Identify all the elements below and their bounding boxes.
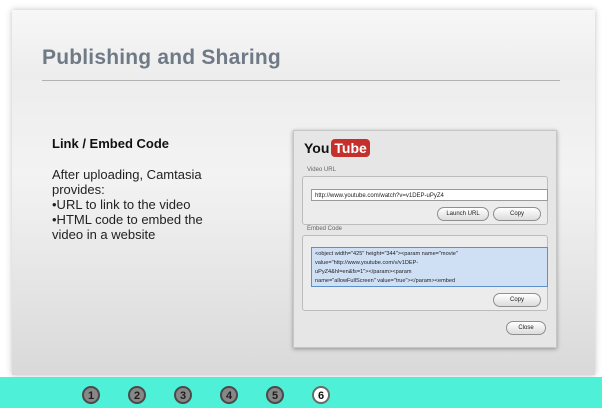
embed-code-line: <object width="425" height="344"><param … [315,251,458,257]
embed-code-line: name="allowFullScreen" value="true"></pa… [315,278,456,284]
body-text-line: provides: [52,182,105,197]
copy-embed-button[interactable]: Copy [493,293,541,307]
embed-code-line: uPyZ4&hl=en&fs=1"></param><param [315,269,412,275]
title-divider [42,80,560,81]
section-heading: Link / Embed Code [52,136,170,151]
nav-button-2[interactable]: 2 [128,386,146,404]
embed-code-label: Embed Code [307,226,343,232]
body-text-line: After uploading, Camtasia [52,167,202,182]
nav-button-3[interactable]: 3 [174,386,192,404]
launch-url-button[interactable]: Launch URL [437,207,489,221]
nav-button-5[interactable]: 5 [266,386,284,404]
nav-button-4[interactable]: 4 [220,386,238,404]
embed-code-line: value="http://www.youtube.com/v/v1DEP- [315,260,419,266]
nav-button-6[interactable]: 6 [312,386,330,404]
copy-url-button[interactable]: Copy [493,207,541,221]
bullet-url: •URL to link to the video [52,197,191,212]
logo-tube-text: Tube [331,139,370,157]
video-url-label: Video URL [307,167,336,173]
slide-title: Publishing and Sharing [42,46,281,69]
youtube-logo: You Tube [304,139,370,157]
close-button[interactable]: Close [506,321,546,335]
youtube-share-dialog: You Tube Video URL http://www.youtube.co… [293,130,557,348]
nav-button-1[interactable]: 1 [82,386,100,404]
body-text-line: video in a website [52,227,156,242]
video-url-field[interactable]: http://www.youtube.com/watch?v=v1DEP-uPy… [311,189,548,201]
video-url-group: Video URL http://www.youtube.com/watch?v… [302,167,548,225]
bullet-html: •HTML code to embed the [52,212,203,227]
embed-code-group: Embed Code <object width="425" height="3… [302,226,548,311]
embed-code-textarea[interactable]: <object width="425" height="344"><param … [311,247,548,287]
logo-you-text: You [304,140,330,156]
